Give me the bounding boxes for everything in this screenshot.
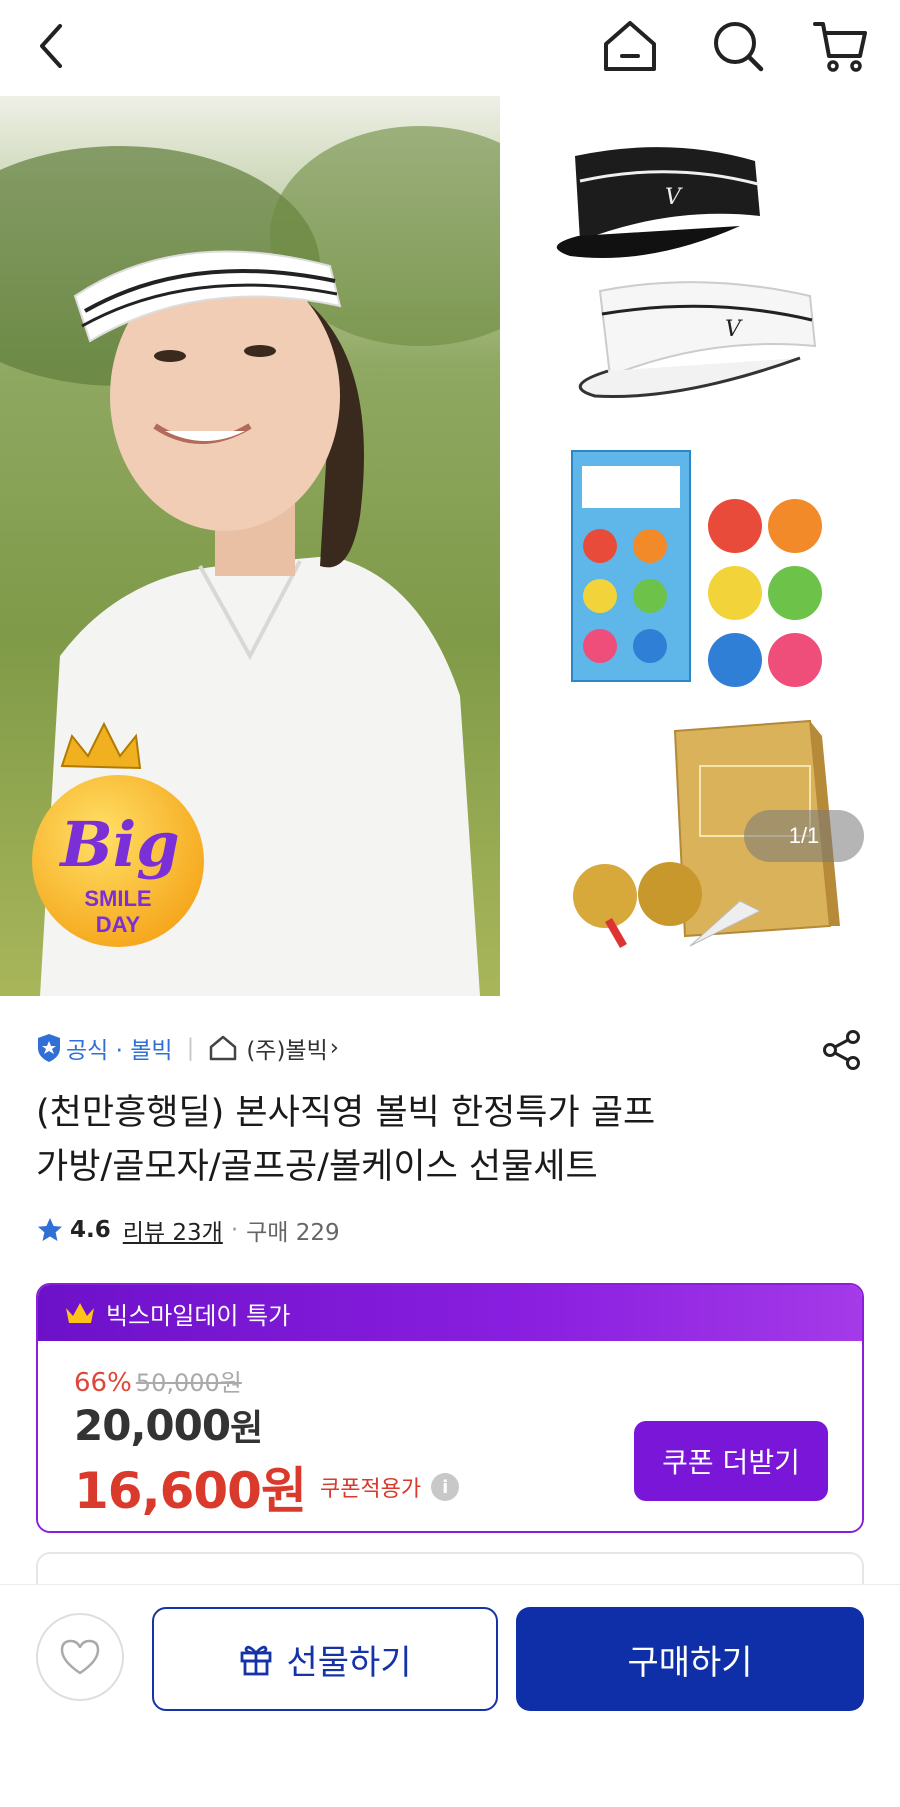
- white-visor-image: V: [578, 281, 817, 398]
- search-button[interactable]: [706, 14, 770, 78]
- svg-text:V: V: [665, 185, 683, 210]
- product-title: (천만흥행딜) 본사직영 볼빅 한정특가 골프 가방/골모자/골프공/볼케이스 …: [36, 1086, 866, 1194]
- back-button[interactable]: [20, 14, 84, 78]
- character-golf-balls-image: [708, 499, 822, 687]
- info-icon[interactable]: i: [431, 1473, 460, 1501]
- deal-header: 빅스마일데이 특가: [38, 1285, 862, 1341]
- bottom-action-bar: 선물하기 구매하기: [0, 1584, 900, 1807]
- deal-body: 66% 50,000원 20,000원 16,600원 쿠폰적용가 i 쿠폰 더…: [38, 1341, 862, 1531]
- character-golf-ball-box-image: [571, 450, 691, 682]
- discount-row: 66% 50,000원: [74, 1363, 242, 1398]
- discount-percent: 66%: [74, 1368, 132, 1398]
- seller-info-row: 공식 · 볼빅 | (주)볼빅 ›: [36, 1030, 866, 1066]
- deal-header-label: 빅스마일데이 특가: [106, 1301, 291, 1330]
- buy-button[interactable]: 구매하기: [516, 1607, 864, 1711]
- home-icon: [604, 21, 656, 71]
- chevron-left-icon: [40, 24, 62, 68]
- search-icon: [714, 22, 764, 72]
- separator-dot: ·: [230, 1217, 239, 1243]
- gift-button[interactable]: 선물하기: [152, 1607, 498, 1711]
- product-title-line-1: (천만흥행딜) 본사직영 볼빅 한정특가 골프: [36, 1093, 656, 1133]
- chevron-right-icon: ›: [329, 1035, 339, 1061]
- big-smile-day-deal-card: 빅스마일데이 특가 66% 50,000원 20,000원 16,600원 쿠폰…: [36, 1283, 864, 1533]
- heart-icon: [60, 1639, 100, 1675]
- crown-icon: [66, 1303, 94, 1323]
- model-photo: Big SMILE DAY: [0, 96, 570, 996]
- star-icon: [38, 1218, 62, 1241]
- wishlist-button[interactable]: [36, 1613, 124, 1701]
- rating-row: 4.6 리뷰 23개 · 구매 229: [36, 1210, 340, 1250]
- svg-text:SMILE: SMILE: [84, 886, 151, 911]
- home-button[interactable]: [598, 14, 662, 78]
- store-name: (주)볼빅: [246, 1038, 328, 1064]
- sale-price-number: 20,000: [74, 1401, 231, 1450]
- home-icon: [210, 1035, 237, 1061]
- original-price: 50,000원: [135, 1369, 242, 1397]
- product-title-line-2: 가방/골모자/골프공/볼케이스 선물세트: [36, 1147, 598, 1187]
- cart-icon: [813, 22, 867, 72]
- divider: |: [186, 1035, 195, 1061]
- coupon-price-label: 쿠폰적용가: [319, 1477, 422, 1502]
- gift-button-label: 선물하기: [286, 1642, 412, 1683]
- sale-price: 20,000원: [74, 1399, 263, 1451]
- black-visor-image: V: [556, 147, 760, 258]
- top-navigation-bar: [0, 0, 900, 96]
- reviews-link[interactable]: 리뷰 23개: [123, 1213, 223, 1247]
- official-shield-icon: [38, 1034, 60, 1062]
- get-more-coupons-button[interactable]: 쿠폰 더받기: [634, 1421, 828, 1501]
- share-icon: [823, 1030, 860, 1070]
- svg-text:Big: Big: [58, 808, 179, 881]
- rating-score: 4.6: [70, 1217, 111, 1243]
- share-button[interactable]: [820, 1028, 864, 1072]
- svg-text:DAY: DAY: [96, 912, 141, 937]
- official-seller-label[interactable]: 공식 · 볼빅: [66, 1031, 173, 1065]
- coupon-price: 16,600원: [74, 1462, 307, 1520]
- svg-text:V: V: [725, 317, 743, 342]
- gift-icon: [241, 1645, 272, 1676]
- coupon-price-row: 16,600원 쿠폰적용가 i: [74, 1451, 460, 1523]
- purchase-count: 구매 229: [246, 1220, 340, 1246]
- image-counter: 1/1: [744, 810, 864, 862]
- cart-button[interactable]: [808, 14, 872, 78]
- sale-price-unit: 원: [230, 1408, 263, 1449]
- store-link[interactable]: (주)볼빅 ›: [208, 1031, 339, 1065]
